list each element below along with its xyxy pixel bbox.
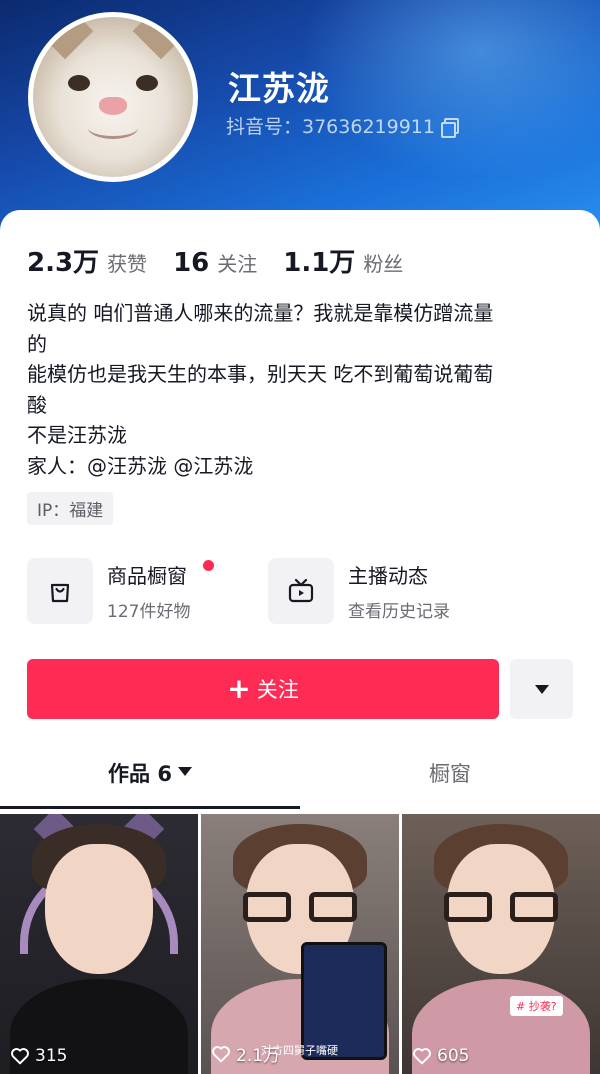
glasses-graphic <box>444 892 558 922</box>
stat-likes[interactable]: 2.3万 获赞 <box>27 242 147 279</box>
heart-icon <box>413 1048 431 1065</box>
stat-likes-count: 2.3万 <box>27 248 100 278</box>
bio-line: 的 <box>27 331 47 356</box>
tv-icon <box>268 558 334 624</box>
tab-shop-window-label: 橱窗 <box>429 762 471 786</box>
hashtag-sticker: # 抄袭? <box>510 996 563 1016</box>
bio-line: 说真的 咱们普通人哪来的流量？我就是靠模仿蹭流量 <box>27 301 494 325</box>
notification-dot <box>203 560 214 571</box>
video-likes-count: 2.1万 <box>236 1046 281 1066</box>
profile-card: 2.3万 获赞 16 关注 1.1万 粉丝 说真的 咱们普通人哪来的流量？我就是… <box>0 210 600 1074</box>
active-tab-indicator <box>0 806 300 809</box>
avatar-cat-nose <box>99 97 127 115</box>
video-likes-count: 605 <box>437 1046 470 1066</box>
bio-line: 能模仿也是我天生的本事，别天天 吃不到葡萄说葡萄 <box>27 362 494 386</box>
stat-following[interactable]: 16 关注 <box>173 248 257 278</box>
follow-label: 关注 <box>256 678 299 702</box>
shop-window-title: 商品橱窗 <box>107 564 187 588</box>
shopping-bag-icon <box>27 558 93 624</box>
avatar-cat-eye <box>68 75 90 91</box>
video-likes-count: 315 <box>35 1046 68 1066</box>
stat-followers[interactable]: 1.1万 粉丝 <box>283 242 403 279</box>
video-grid: 315 对方四舅子嘴硬 2.1万 # 抄袭? 605 <box>0 814 600 1074</box>
streamer-updates-entry[interactable]: 主播动态 查看历史记录 <box>268 558 450 624</box>
bio-line: 不是汪苏泷 <box>27 423 127 447</box>
glasses-graphic <box>243 892 357 922</box>
caret-down-icon <box>177 767 192 776</box>
douyin-id: 抖音号：37636219911 <box>226 116 435 138</box>
avatar-cat-mouth <box>88 117 138 139</box>
tab-shop-window[interactable]: 橱窗 <box>300 758 600 810</box>
stat-likes-label: 获赞 <box>107 252 148 276</box>
tab-works[interactable]: 作品 6 <box>0 758 300 810</box>
streamer-updates-subtitle: 查看历史记录 <box>348 602 450 622</box>
douyin-id-row[interactable]: 抖音号：37636219911 <box>226 112 459 139</box>
more-options-button[interactable] <box>510 659 573 719</box>
video-thumbnail[interactable]: # 抄袭? 605 <box>402 814 600 1074</box>
follow-button[interactable]: + 关注 <box>27 659 499 719</box>
thumbnail-person-face <box>45 844 153 974</box>
bio-line: 酸 <box>27 392 47 417</box>
video-likes: 605 <box>412 1046 469 1066</box>
shop-window-subtitle: 127件好物 <box>107 602 191 622</box>
tab-works-label: 作品 6 <box>108 762 172 786</box>
stats-row: 2.3万 获赞 16 关注 1.1万 粉丝 <box>27 242 429 279</box>
video-thumbnail[interactable]: 315 <box>0 814 198 1074</box>
bio-line[interactable]: 家人：@汪苏泷 @江苏泷 <box>27 451 577 482</box>
content-tabs: 作品 6 橱窗 <box>0 758 600 810</box>
ip-location-tag: IP：福建 <box>27 492 114 525</box>
chevron-down-icon <box>534 684 549 694</box>
heart-icon <box>212 1045 230 1062</box>
plus-icon: + <box>227 672 251 705</box>
streamer-updates-title: 主播动态 <box>348 564 428 588</box>
stat-following-label: 关注 <box>217 252 258 276</box>
heart-icon <box>11 1048 29 1065</box>
shop-window-entry[interactable]: 商品橱窗 127件好物 <box>27 558 214 624</box>
stat-following-count: 16 <box>173 248 210 278</box>
video-likes: 2.1万 <box>211 1041 280 1066</box>
avatar[interactable] <box>28 12 198 182</box>
video-likes: 315 <box>10 1046 67 1066</box>
video-thumbnail[interactable]: 对方四舅子嘴硬 2.1万 <box>201 814 399 1074</box>
stat-followers-count: 1.1万 <box>283 248 356 278</box>
avatar-cat-eye <box>136 75 158 91</box>
profile-name: 江苏泷 <box>228 69 330 108</box>
stat-followers-label: 粉丝 <box>363 252 404 276</box>
copy-icon[interactable] <box>440 117 459 138</box>
bio: 说真的 咱们普通人哪来的流量？我就是靠模仿蹭流量 的 能模仿也是我天生的本事，别… <box>27 298 577 481</box>
